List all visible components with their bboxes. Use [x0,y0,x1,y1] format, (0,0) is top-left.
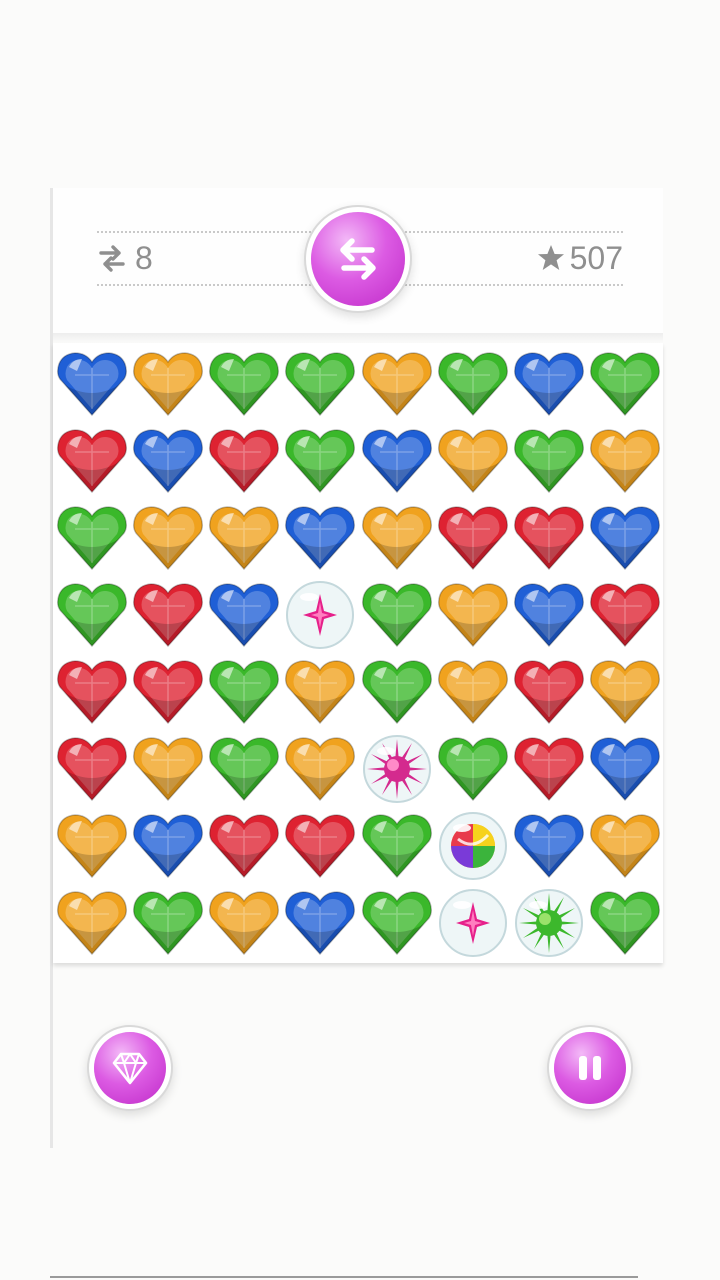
blue-heart-gem[interactable] [511,807,588,884]
green-heart-gem[interactable] [358,884,435,961]
orange-heart-gem[interactable] [206,499,283,576]
green-heart-gem[interactable] [206,730,283,807]
score-value: 507 [569,239,623,276]
green-heart-gem[interactable] [282,422,359,499]
blue-heart-gem[interactable] [511,576,588,653]
green-heart-gem[interactable] [206,345,283,422]
green-heart-gem[interactable] [587,345,664,422]
green-heart-gem[interactable] [53,499,130,576]
hud-header: 8 507 [53,188,663,333]
blue-heart-gem[interactable] [282,499,359,576]
red-heart-gem[interactable] [511,653,588,730]
green-heart-gem[interactable] [358,807,435,884]
gem-booster-button[interactable] [94,1032,166,1104]
game-board [53,343,663,963]
red-heart-gem[interactable] [511,499,588,576]
diamond-icon [112,1052,148,1085]
orange-heart-gem[interactable] [434,576,511,653]
red-heart-gem[interactable] [53,730,130,807]
green-heart-gem[interactable] [358,576,435,653]
blue-heart-gem[interactable] [511,345,588,422]
blue-heart-gem[interactable] [53,345,130,422]
orange-heart-gem[interactable] [53,884,130,961]
orange-heart-gem[interactable] [358,345,435,422]
shuffle-button[interactable] [311,212,405,306]
red-heart-gem[interactable] [587,576,664,653]
green-heart-gem[interactable] [587,884,664,961]
green-heart-gem[interactable] [434,345,511,422]
score-counter: 507 [536,238,623,278]
orange-heart-gem[interactable] [129,499,206,576]
blue-heart-gem[interactable] [129,807,206,884]
red-heart-gem[interactable] [282,807,359,884]
red-heart-gem[interactable] [206,422,283,499]
orange-heart-gem[interactable] [282,730,359,807]
shuffle-arrows-icon [340,238,376,280]
orange-heart-gem[interactable] [358,499,435,576]
red-heart-gem[interactable] [434,499,511,576]
red-heart-gem[interactable] [129,653,206,730]
swap-arrows-icon [99,245,125,272]
green-heart-gem[interactable] [434,730,511,807]
orange-heart-gem[interactable] [282,653,359,730]
bubble-burst-green-powerup[interactable] [511,884,588,961]
pause-icon [579,1056,601,1080]
orange-heart-gem[interactable] [129,345,206,422]
red-heart-gem[interactable] [129,576,206,653]
blue-heart-gem[interactable] [206,576,283,653]
blue-heart-gem[interactable] [587,499,664,576]
bubble-rainbow-powerup[interactable] [434,807,511,884]
blue-heart-gem[interactable] [282,884,359,961]
moves-value: 8 [135,239,153,276]
orange-heart-gem[interactable] [129,730,206,807]
orange-heart-gem[interactable] [587,807,664,884]
green-heart-gem[interactable] [129,884,206,961]
orange-heart-gem[interactable] [587,422,664,499]
blue-heart-gem[interactable] [129,422,206,499]
red-heart-gem[interactable] [53,422,130,499]
red-heart-gem[interactable] [511,730,588,807]
star-icon [537,245,564,270]
blue-heart-gem[interactable] [358,422,435,499]
green-heart-gem[interactable] [358,653,435,730]
orange-heart-gem[interactable] [587,653,664,730]
green-heart-gem[interactable] [511,422,588,499]
orange-heart-gem[interactable] [53,807,130,884]
bubble-burst-pink-powerup[interactable] [358,730,435,807]
board-divider [53,333,663,343]
orange-heart-gem[interactable] [434,422,511,499]
bottom-edge-line [50,1276,638,1278]
bubble-star-powerup[interactable] [434,884,511,961]
green-heart-gem[interactable] [53,576,130,653]
moves-counter: 8 [97,238,153,278]
green-heart-gem[interactable] [282,345,359,422]
green-heart-gem[interactable] [206,653,283,730]
orange-heart-gem[interactable] [206,884,283,961]
blue-heart-gem[interactable] [587,730,664,807]
orange-heart-gem[interactable] [434,653,511,730]
red-heart-gem[interactable] [53,653,130,730]
pause-button[interactable] [554,1032,626,1104]
red-heart-gem[interactable] [206,807,283,884]
bubble-star-powerup[interactable] [282,576,359,653]
